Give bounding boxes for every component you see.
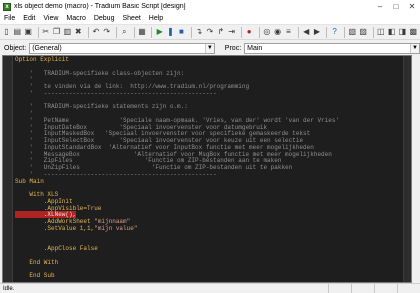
new-file-icon[interactable]: ▯ [2,27,11,38]
tool-d-icon[interactable]: ▩ [409,27,418,38]
layout-icon[interactable]: ▨ [359,27,368,38]
toolbar-separator [87,26,89,38]
open-file-icon[interactable]: ▤ [13,27,22,38]
minimize-button[interactable]: – [372,0,388,13]
code-line[interactable]: ' TRADIUM-specifieke statements zijn o.m… [15,103,403,111]
window-title: xls object demo (macro) - Tradium Basic … [14,3,186,10]
nav-next-icon[interactable]: ▶ [313,27,322,38]
status-text: Idle. [3,285,15,292]
code-token: ' --------------------------------------… [15,89,217,97]
menu-debug[interactable]: Debug [90,15,119,22]
help-icon[interactable]: ? [330,27,339,38]
code-token: End Sub [15,272,55,279]
toolbar: ▯ ▤ ▣ ✂ ❐ ▥ ✖ ↶ ↷ ⌕ ▦ ▶ ❚ ■ ↴ ↷ ↱ ⇥ ● ◎ ◉ ≡ ◀ ▶? ▧ ▨ ◫ ◧ ◨ ▩ [0,25,420,40]
toolbar-separator [133,26,135,38]
step-out-icon[interactable]: ↱ [216,27,225,38]
code-line[interactable]: End With [15,258,403,267]
code-line[interactable]: Option Explicit [15,56,403,64]
toolbar-separator [297,26,299,38]
proc-select-value: Main [247,44,263,52]
menu-help[interactable]: Help [145,15,167,22]
run-to-cursor-icon[interactable]: ⇥ [227,27,236,38]
dialog-icon[interactable]: ▦ [138,27,147,38]
redo-icon[interactable]: ↷ [102,27,111,38]
nav-prev-icon[interactable]: ◀ [302,27,311,38]
code-line[interactable]: ' TRADIUM-specifieke class-objecten zijn… [15,69,403,78]
menu-bar: File Edit View Macro Debug Sheet Help [0,13,420,25]
toolbar-separator [326,26,328,38]
object-select-value: (General) [32,44,62,52]
title-bar: x xls object demo (macro) - Tradium Basi… [0,0,420,13]
cut-icon[interactable]: ✂ [41,27,50,38]
code-token: ' TRADIUM-specifieke class-objecten zijn… [15,69,185,77]
code-line[interactable]: ' --------------------------------------… [15,170,403,179]
delete-icon[interactable]: ✖ [74,27,83,38]
code-line[interactable]: ' --------------------------------------… [15,89,403,98]
toolbar-separator [37,26,39,38]
vertical-scrollbar[interactable] [403,56,411,282]
menu-edit[interactable]: Edit [19,15,39,22]
code-token: Sub Main [15,177,44,185]
tool-b-icon[interactable]: ◧ [387,27,396,38]
code-token: .AppClose False [15,245,98,252]
breakpoint-gutter[interactable] [3,56,13,282]
code-line[interactable] [15,253,403,260]
toolbar-separator [116,26,117,38]
code-line[interactable] [15,185,403,192]
toggle-breakpoint-icon[interactable]: ● [245,27,254,38]
stop-icon[interactable]: ■ [177,27,186,38]
maximize-button[interactable]: □ [388,0,404,13]
tool-c-icon[interactable]: ◨ [398,27,407,38]
toolbar-separator [344,26,345,38]
close-button[interactable]: ✕ [404,0,420,13]
menu-view[interactable]: View [39,15,62,22]
undo-icon[interactable]: ↶ [92,27,101,38]
step-into-icon[interactable]: ↴ [195,27,204,38]
step-over-icon[interactable]: ↷ [205,27,214,38]
code-token: "mijn value" [94,224,138,232]
object-select[interactable]: (General) ▼ [29,42,215,54]
code-token: ' --------------------------------------… [15,170,217,178]
proc-label: Proc: [224,44,242,52]
toolbar-separator [151,26,153,38]
selector-bar: Object: (General) ▼ Proc: Main ▼ [0,41,420,55]
app-icon: x [3,2,11,11]
code-token: End With [15,258,59,266]
properties-icon[interactable]: ▧ [348,27,357,38]
code-editor[interactable]: Option Explicit ' TRADIUM-specifieke cla… [2,55,412,283]
tool-a-icon[interactable]: ◫ [376,27,385,38]
watch-icon[interactable]: ◎ [262,27,271,38]
quick-watch-icon[interactable]: ◉ [273,27,282,38]
copy-icon[interactable]: ❐ [52,27,61,38]
chevron-down-icon[interactable]: ▼ [204,43,214,53]
object-label: Object: [4,44,27,52]
toolbar-separator [190,26,192,38]
chevron-down-icon[interactable]: ▼ [410,43,419,53]
menu-macro[interactable]: Macro [62,15,89,22]
call-stack-icon[interactable]: ≡ [284,27,293,38]
code-line[interactable]: End Sub [15,272,403,280]
save-icon[interactable]: ▣ [24,27,33,38]
code-line[interactable]: Sub Main [15,177,403,186]
code-line[interactable]: .AppClose False [15,245,403,253]
code-line[interactable] [15,266,403,273]
paste-icon[interactable]: ▥ [63,27,72,38]
code-token: .SetValue 1,1, [15,224,95,232]
code-line[interactable] [15,233,403,240]
find-icon[interactable]: ⌕ [120,27,129,38]
menu-sheet[interactable]: Sheet [118,15,144,22]
pause-icon[interactable]: ❚ [166,27,175,38]
proc-select[interactable]: Main ▼ [244,42,420,54]
menu-file[interactable]: File [0,15,19,22]
run-icon[interactable]: ▶ [155,27,164,38]
toolbar-separator [240,26,242,38]
code-line[interactable]: .SetValue 1,1,"mijn value" [15,224,403,233]
code-line[interactable]: With XLS [15,191,403,199]
code-token: Option Explicit [15,56,70,63]
code-token: ' TRADIUM-specifieke statements zijn o.m… [15,103,188,111]
code-area[interactable]: Option Explicit ' TRADIUM-specifieke cla… [15,56,403,280]
toolbar-separator [258,26,260,38]
toolbar-separator [372,26,374,38]
